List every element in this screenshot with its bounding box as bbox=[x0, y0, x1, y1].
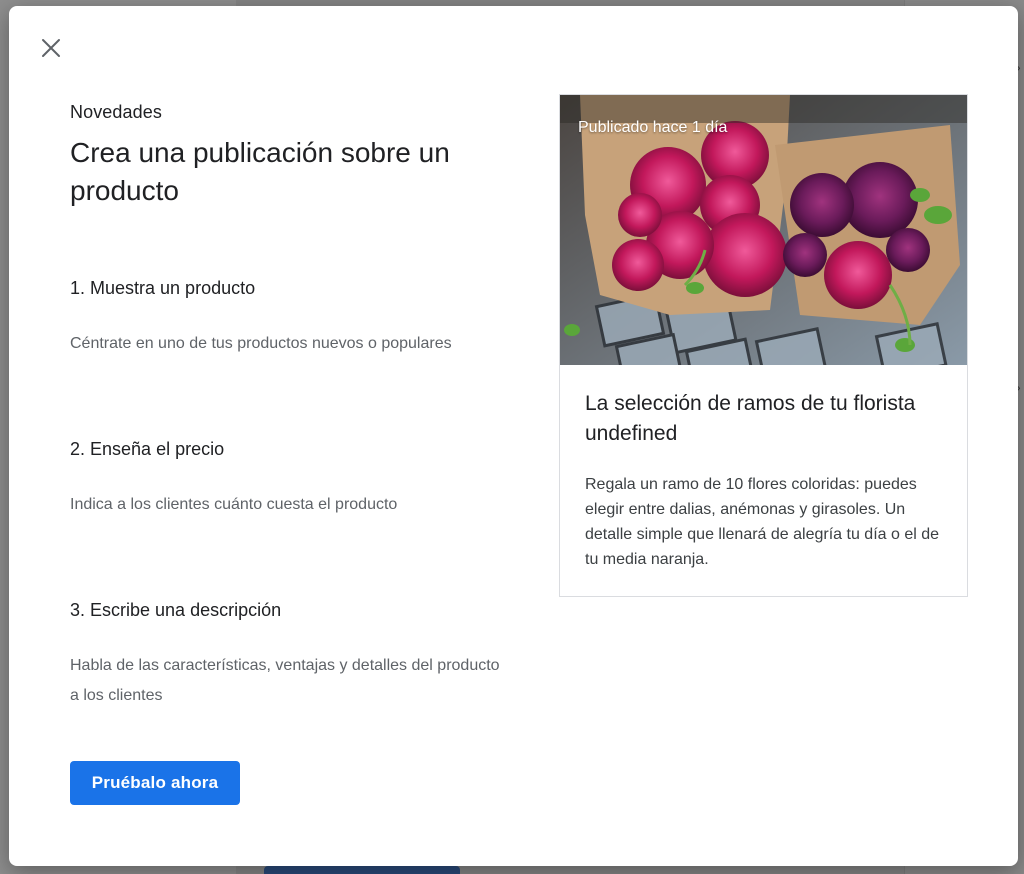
post-title: La selección de ramos de tu florista und… bbox=[585, 392, 916, 445]
step-description: Indica a los clientes cuánto cuesta el p… bbox=[70, 496, 398, 513]
card-body: La selección de ramos de tu florista und… bbox=[560, 365, 967, 572]
post-description: Regala un ramo de 10 flores coloridas: p… bbox=[585, 476, 940, 568]
step-show-price: 2. Enseña el precio Indica a los cliente… bbox=[70, 437, 510, 520]
eyebrow-label: Novedades bbox=[70, 102, 162, 122]
close-button[interactable] bbox=[39, 36, 63, 60]
step-description: Céntrate en uno de tus productos nuevos … bbox=[70, 335, 452, 352]
background-button bbox=[264, 866, 460, 874]
post-preview-card: Publicado hace 1 día La selección de ram… bbox=[559, 94, 968, 597]
step-write-description: 3. Escribe una descripción Habla de las … bbox=[70, 598, 510, 711]
dialog-content: Novedades Crea una publicación sobre un … bbox=[70, 100, 510, 805]
post-timestamp: Publicado hace 1 día bbox=[578, 119, 728, 136]
bouquet-photo: Publicado hace 1 día bbox=[560, 95, 967, 365]
step-title: 1. Muestra un producto bbox=[70, 278, 256, 298]
step-title: 2. Enseña el precio bbox=[70, 439, 225, 459]
dialog-title: Crea una publicación sobre un producto bbox=[70, 137, 450, 206]
whats-new-dialog: Novedades Crea una publicación sobre un … bbox=[9, 6, 1018, 866]
step-title: 3. Escribe una descripción bbox=[70, 600, 282, 620]
close-icon bbox=[42, 39, 60, 57]
step-description: Habla de las características, ventajas y… bbox=[70, 657, 500, 704]
step-show-product: 1. Muestra un producto Céntrate en uno d… bbox=[70, 276, 510, 359]
try-now-button[interactable]: Pruébalo ahora bbox=[70, 761, 240, 805]
